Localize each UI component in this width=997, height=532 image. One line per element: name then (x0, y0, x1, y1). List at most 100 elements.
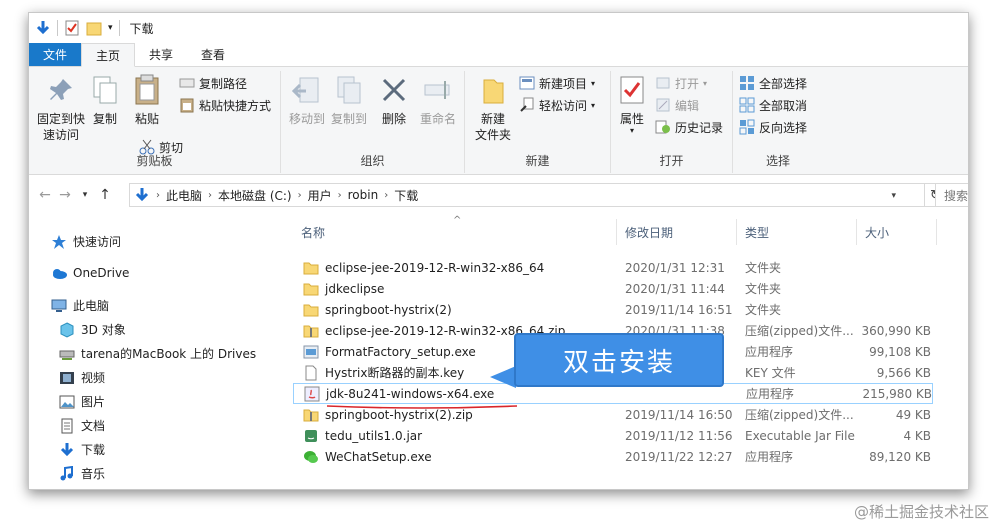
copy-label: 复制 (92, 112, 117, 126)
new-folder-icon[interactable] (86, 20, 102, 36)
file-name: eclipse-jee-2019-12-R-win32-x86_64 (325, 260, 545, 275)
exe-icon (303, 344, 319, 360)
nav-item-network-drive[interactable]: tarena的MacBook 上的 Drives (59, 345, 256, 362)
properties-check-icon[interactable] (64, 20, 80, 36)
nav-item-this-pc[interactable]: 此电脑 (51, 297, 109, 314)
nav-item-label: tarena的MacBook 上的 Drives (81, 347, 257, 361)
copy-path-label: 复制路径 (199, 76, 248, 91)
file-size: 49 KB (895, 407, 931, 422)
open-icon (655, 75, 671, 91)
nav-item-3d-objects[interactable]: 3D 对象 (59, 321, 126, 338)
select-none-button[interactable]: 全部取消 (739, 95, 807, 115)
nav-item-downloads[interactable]: 下载 (59, 441, 105, 458)
column-header-size[interactable]: 大小 (857, 219, 937, 245)
file-size: 9,566 KB (876, 365, 931, 380)
breadcrumb-item[interactable]: 本地磁盘 (C:) (218, 187, 292, 204)
customize-quick-access-icon[interactable]: ▾ (108, 23, 113, 33)
paste-shortcut-label: 粘贴快捷方式 (199, 98, 272, 113)
paste-shortcut-button[interactable]: 粘贴快捷方式 (179, 95, 271, 115)
file-row[interactable]: eclipse-jee-2019-12-R-win32-x86_64 2020/1… (293, 257, 933, 278)
breadcrumb-item[interactable]: robin (348, 188, 379, 202)
tab-share[interactable]: 共享 (135, 43, 187, 66)
delete-button[interactable]: 删除 (379, 73, 409, 127)
rename-button[interactable]: 重命名 (417, 73, 459, 127)
nav-item-label: 文档 (81, 419, 106, 433)
copy-button[interactable]: 复制 (89, 73, 121, 127)
file-type: 文件夹 (745, 303, 782, 317)
new-folder-button[interactable]: 新建 文件夹 (471, 73, 515, 143)
breadcrumb-item[interactable]: 用户 (308, 187, 332, 204)
column-header-name[interactable]: 名称 ^ (293, 215, 617, 245)
easy-access-button[interactable]: 轻松访问 ▾ (519, 95, 595, 115)
up-arrow-icon[interactable]: ↑ (95, 187, 115, 203)
move-to-icon (291, 73, 323, 107)
address-dropdown-icon[interactable]: ▾ (891, 191, 896, 201)
zip-icon (303, 323, 319, 339)
invert-selection-button[interactable]: 反向选择 (739, 117, 807, 137)
callout-pointer (490, 366, 516, 388)
nav-item-music[interactable]: 音乐 (59, 465, 105, 482)
tab-home[interactable]: 主页 (81, 43, 136, 67)
nav-item-onedrive[interactable]: OneDrive (51, 265, 129, 281)
column-header-type[interactable]: 类型 (737, 219, 857, 245)
copy-to-icon (333, 73, 365, 107)
back-arrow-icon[interactable]: ← (35, 187, 55, 203)
address-bar[interactable]: › 此电脑 › 本地磁盘 (C:) › 用户 › robin › 下载 ▾ (129, 183, 925, 207)
file-name-cell: springboot-hystrix(2) (303, 302, 623, 318)
file-name: jdk-8u241-windows-x64.exe (326, 386, 495, 401)
file-date: 2019/11/14 16:50 (625, 407, 733, 422)
nav-item-label: 图片 (81, 395, 106, 409)
nav-item-pictures[interactable]: 图片 (59, 393, 105, 410)
window-title: 下载 (129, 21, 154, 36)
nav-item-quick-access[interactable]: 快速访问 (51, 233, 121, 250)
network-drive-icon (59, 346, 75, 362)
rename-label: 重命名 (419, 112, 456, 126)
breadcrumb-item[interactable]: 此电脑 (166, 187, 202, 204)
tab-view[interactable]: 查看 (187, 43, 239, 66)
easy-access-label: 轻松访问 (539, 98, 588, 113)
pin-quick-access-button[interactable]: 固定到快 速访问 (33, 73, 89, 143)
nav-item-label: 3D 对象 (81, 323, 126, 337)
move-to-button[interactable]: 移动到 (287, 73, 327, 127)
new-item-button[interactable]: 新建项目 ▾ (519, 73, 595, 93)
breadcrumb-item[interactable]: 下载 (394, 187, 418, 204)
file-type: KEY 文件 (745, 366, 796, 380)
navigation-pane: 快速访问 OneDrive 此电脑 3D 对象 tarena的MacBook 上… (29, 213, 287, 489)
recent-locations-icon[interactable]: ▾ (75, 190, 95, 200)
cube-icon (59, 321, 75, 338)
history-button[interactable]: 历史记录 (655, 117, 723, 137)
nav-item-videos[interactable]: 视频 (59, 369, 105, 386)
column-label: 类型 (745, 225, 770, 240)
select-all-button[interactable]: 全部选择 (739, 73, 807, 93)
download-arrow-icon[interactable] (35, 20, 51, 36)
file-type: 文件夹 (745, 282, 782, 296)
rename-icon (422, 73, 454, 107)
file-row[interactable]: jdkeclipse 2020/1/31 11:44 文件夹 (293, 278, 933, 299)
move-to-label: 移动到 (288, 112, 325, 126)
copy-to-button[interactable]: 复制到 (329, 73, 369, 127)
column-header-date[interactable]: 修改日期 (617, 219, 737, 245)
file-size: 99,108 KB (869, 344, 931, 359)
open-button[interactable]: 打开 ▾ (655, 73, 707, 93)
file-size: 4 KB (903, 428, 931, 443)
folder-icon (303, 302, 319, 318)
ribbon: 固定到快 速访问 复制 粘贴 复制路径 粘贴快捷方式 剪切 剪贴板 移动到 复制… (29, 67, 968, 175)
edit-button[interactable]: 编辑 (655, 95, 699, 115)
file-type: 应用程序 (746, 387, 795, 401)
file-row[interactable]: WeChatSetup.exe 2019/11/22 12:27 应用程序 89,12… (293, 446, 933, 467)
tab-file[interactable]: 文件 (29, 43, 82, 66)
file-name: tedu_utils1.0.jar (325, 428, 423, 443)
file-type: 应用程序 (745, 345, 794, 359)
forward-arrow-icon[interactable]: → (55, 187, 75, 203)
copy-path-button[interactable]: 复制路径 (179, 73, 247, 93)
file-row[interactable]: tedu_utils1.0.jar 2019/11/12 11:56 Executa… (293, 425, 933, 446)
paste-button[interactable]: 粘贴 (129, 73, 165, 127)
nav-item-documents[interactable]: 文档 (59, 417, 105, 434)
file-row[interactable]: springboot-hystrix(2) 2019/11/14 16:51 文件夹 (293, 299, 933, 320)
properties-button[interactable]: 属性 ▾ (617, 73, 647, 135)
search-input[interactable]: 搜索 (935, 183, 968, 207)
paste-label: 粘贴 (134, 112, 159, 126)
nav-item-label: 此电脑 (73, 299, 110, 313)
explorer-window: ▾ 下载 文件 主页 共享 查看 固定到快 速访问 复制 粘贴 复制路径 粘贴快… (28, 12, 969, 490)
file-name: jdkeclipse (325, 281, 385, 296)
